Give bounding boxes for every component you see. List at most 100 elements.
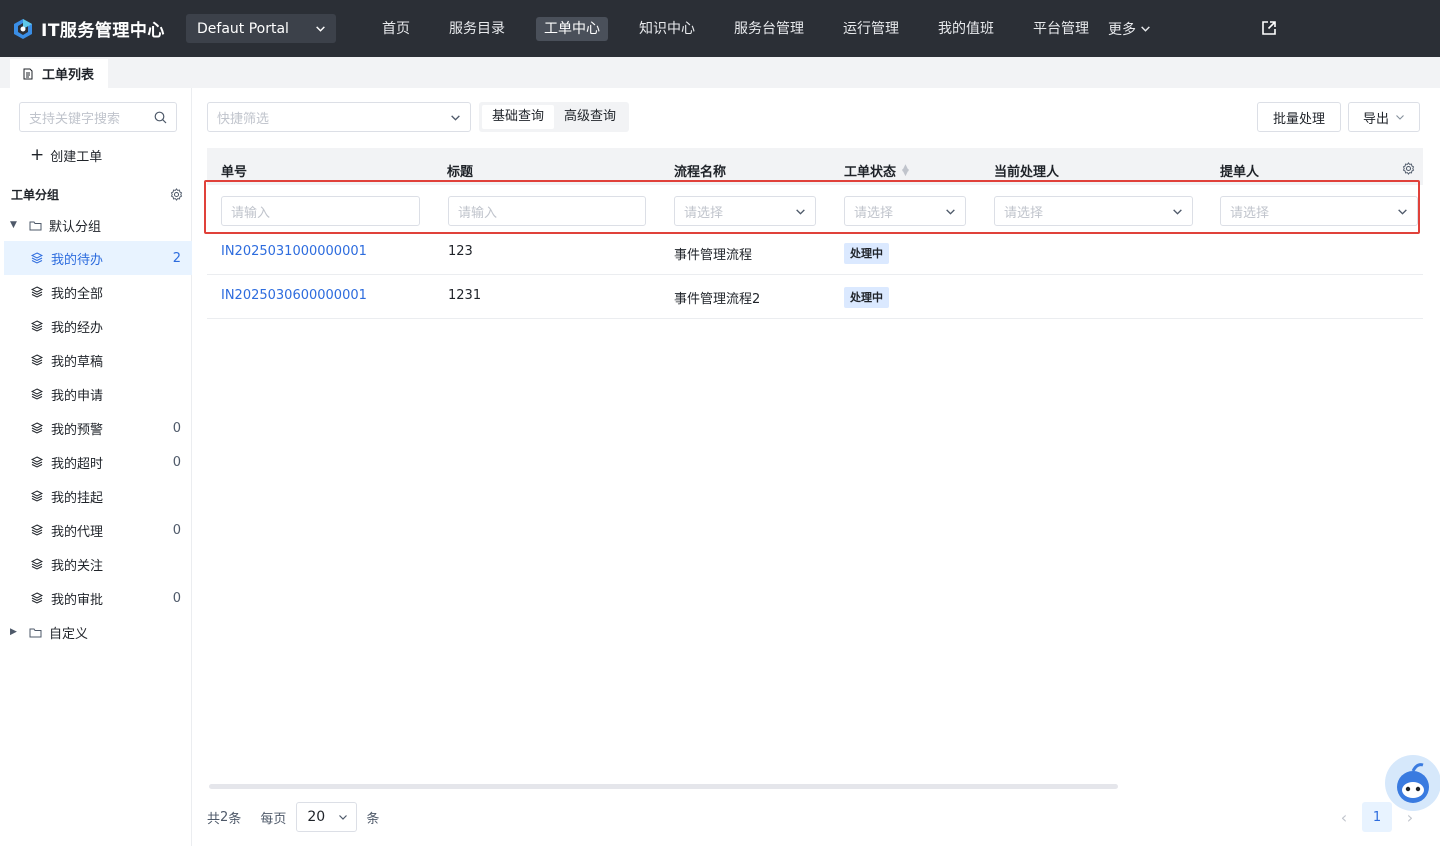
column-header-id: 单号	[221, 165, 248, 180]
layers-icon	[31, 592, 43, 604]
filter-process-select[interactable]: 请选择	[674, 196, 816, 226]
ticket-title: 1231	[448, 288, 482, 303]
filter-title-input[interactable]: 请输入	[448, 196, 646, 226]
sidebar-item-my-drafts[interactable]: 我的草稿	[4, 343, 192, 377]
nav-item-knowledge-center[interactable]: 知识中心	[631, 17, 703, 41]
external-link-icon[interactable]	[1261, 20, 1277, 36]
nav-item-operations[interactable]: 运行管理	[835, 17, 907, 41]
ticket-id-link[interactable]: IN2025030600000001	[221, 288, 367, 303]
sidebar-item-label: 我的关注	[51, 558, 104, 574]
app-title: IT服务管理中心	[41, 21, 165, 41]
sidebar-item-label: 我的代理	[51, 524, 104, 540]
caret-right-icon[interactable]: ▶	[10, 627, 22, 637]
chevron-down-icon	[339, 815, 348, 820]
table-row[interactable]: IN2025030600000001 1231 事件管理流程2 处理中	[207, 275, 1423, 319]
caret-down-icon[interactable]: ▼	[10, 220, 22, 230]
sidebar-search-input[interactable]: 支持关键字搜索	[19, 102, 177, 132]
document-icon	[23, 68, 33, 79]
group-title: 工单分组	[11, 188, 60, 202]
nav-item-platform[interactable]: 平台管理	[1025, 17, 1097, 41]
page-size-unit: 条	[366, 811, 380, 827]
brand[interactable]: IT服务管理中心	[12, 16, 176, 41]
column-header-status[interactable]: 工单状态 ▲ ▼	[844, 161, 909, 180]
sort-icon[interactable]: ▲ ▼	[902, 163, 909, 177]
tab-basic-query[interactable]: 基础查询	[482, 105, 555, 129]
batch-process-button[interactable]: 批量处理	[1257, 102, 1341, 132]
sidebar-item-my-handled[interactable]: 我的经办	[4, 309, 192, 343]
nav-more-label: 更多	[1108, 21, 1136, 38]
filter-id-input[interactable]: 请输入	[221, 196, 420, 226]
sidebar-item-label: 我的审批	[51, 592, 104, 608]
chevron-down-icon	[1141, 26, 1150, 32]
nav-item-ticket-center[interactable]: 工单中心	[536, 16, 608, 41]
status-badge: 处理中	[844, 243, 889, 264]
page-size-value: 20	[307, 809, 326, 825]
horizontal-scrollbar[interactable]	[209, 784, 1118, 789]
nav-item-service-catalog[interactable]: 服务目录	[441, 17, 513, 41]
filter-placeholder: 请输入	[231, 205, 271, 221]
sidebar-item-my-delegated[interactable]: 我的代理 0	[4, 513, 192, 547]
sidebar: 支持关键字搜索 + 创建工单 工单分组 ▼ 默认分组 我的待办 2 我的全部 我…	[0, 88, 192, 846]
sidebar-item-label: 我的预警	[51, 422, 104, 438]
sidebar-item-my-overdue[interactable]: 我的超时 0	[4, 445, 192, 479]
table-row[interactable]: IN2025031000000001 123 事件管理流程 处理中	[207, 231, 1423, 275]
nav-item-service-desk[interactable]: 服务台管理	[726, 17, 812, 41]
sidebar-item-count: 0	[172, 454, 181, 470]
search-icon[interactable]	[154, 111, 167, 124]
sidebar-item-my-requests[interactable]: 我的申请	[4, 377, 192, 411]
sidebar-item-label: 我的超时	[51, 456, 104, 472]
filter-submitter-select[interactable]: 请选择	[1220, 196, 1418, 226]
quick-filter-placeholder: 快捷筛选	[217, 111, 270, 127]
nav-item-my-duty[interactable]: 我的值班	[930, 17, 1002, 41]
layers-icon	[31, 456, 43, 468]
sidebar-item-my-todo[interactable]: 我的待办 2	[4, 241, 192, 275]
nav-more-menu[interactable]: 更多	[1108, 19, 1151, 39]
tab-ticket-list[interactable]: 工单列表	[10, 59, 108, 88]
tree-node-custom[interactable]: ▶ 自定义	[10, 622, 88, 642]
filter-current-handler-select[interactable]: 请选择	[994, 196, 1193, 226]
sidebar-item-label: 我的经办	[51, 320, 104, 336]
tab-label: 工单列表	[42, 68, 95, 83]
prev-page-icon[interactable]: ‹	[1334, 808, 1354, 827]
create-ticket-button[interactable]: + 创建工单	[30, 146, 102, 166]
filter-status-select[interactable]: 请选择	[844, 196, 966, 226]
nav-item-home[interactable]: 首页	[374, 17, 418, 41]
layers-icon	[31, 252, 43, 264]
export-label: 导出	[1362, 111, 1389, 127]
total-suffix: 条	[228, 811, 242, 827]
sidebar-item-label: 我的草稿	[51, 354, 104, 370]
filter-placeholder: 请选择	[1004, 205, 1044, 221]
tab-strip: 工单列表	[0, 57, 1440, 88]
ticket-process: 事件管理流程	[674, 248, 753, 263]
export-button[interactable]: 导出	[1348, 102, 1420, 132]
main-content: 快捷筛选 基础查询 高级查询 批量处理 导出 单号 标题 流程名称 工单状态 ▲…	[192, 88, 1440, 846]
sidebar-item-my-followed[interactable]: 我的关注	[4, 547, 192, 581]
assistant-bot-icon[interactable]	[1383, 751, 1440, 811]
layers-icon	[31, 422, 43, 434]
gear-icon[interactable]	[170, 188, 183, 201]
chevron-down-icon	[1396, 115, 1404, 120]
sidebar-item-my-all[interactable]: 我的全部	[4, 275, 192, 309]
ticket-id-link[interactable]: IN2025031000000001	[221, 244, 367, 259]
layers-icon	[31, 490, 43, 502]
page-size-select[interactable]: 20	[296, 802, 358, 832]
layers-icon	[31, 320, 43, 332]
layers-icon	[31, 558, 43, 570]
quick-filter-select[interactable]: 快捷筛选	[207, 102, 471, 132]
portal-select-value: Defaut Portal	[197, 20, 289, 37]
sidebar-item-my-warnings[interactable]: 我的预警 0	[4, 411, 192, 445]
ticket-title: 123	[448, 244, 473, 259]
layers-icon	[31, 286, 43, 298]
tree-node-label: 自定义	[49, 626, 89, 642]
per-page-label: 每页	[260, 811, 287, 827]
ticket-process: 事件管理流程2	[674, 292, 761, 307]
portal-select[interactable]: Defaut Portal	[186, 14, 336, 43]
top-navigation-bar: IT服务管理中心 Defaut Portal 首页 服务目录 工单中心 知识中心…	[0, 0, 1440, 57]
tab-advanced-query[interactable]: 高级查询	[554, 105, 626, 129]
chevron-down-icon	[451, 115, 460, 121]
tree-node-default-group[interactable]: ▼ 默认分组	[10, 215, 101, 235]
column-settings-icon[interactable]	[1402, 162, 1415, 175]
folder-icon	[29, 628, 42, 637]
sidebar-item-my-approvals[interactable]: 我的审批 0	[4, 581, 192, 615]
sidebar-item-my-suspended[interactable]: 我的挂起	[4, 479, 192, 513]
